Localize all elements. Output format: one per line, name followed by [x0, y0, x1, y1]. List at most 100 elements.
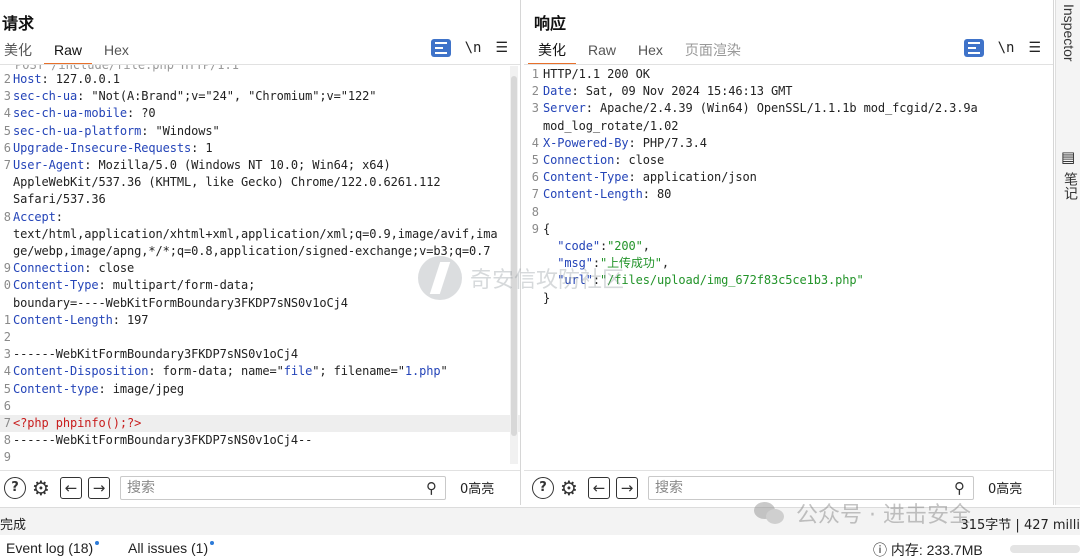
memory-bar — [1010, 545, 1080, 553]
response-tab-pretty[interactable]: 美化 — [528, 40, 576, 65]
code-text: boundary=----WebKitFormBoundary3FKDP7sNS… — [13, 295, 348, 310]
code-text: : — [55, 209, 63, 224]
header-name: Content-Length — [13, 312, 113, 327]
code-text: : Sat, 09 Nov 2024 15:46:13 GMT — [571, 84, 793, 99]
header-name: User-Agent — [13, 158, 85, 173]
request-tab-hex[interactable]: Hex — [104, 40, 129, 62]
line-number: 4 — [3, 364, 11, 379]
search-icon: ⚲ — [426, 478, 437, 497]
code-text: : 197 — [112, 312, 149, 327]
previous-match-icon[interactable]: ← — [60, 476, 82, 499]
line-number: 6 — [531, 170, 539, 185]
menu-icon[interactable]: ☰ — [1028, 40, 1041, 56]
line-content: Connection: close — [13, 260, 134, 277]
request-match-count: 0高亮 — [460, 482, 495, 497]
code-text: "; filename=" — [312, 364, 405, 379]
line-number: 9 — [3, 450, 11, 465]
request-tabs: 美化 Raw Hex — [4, 40, 151, 65]
request-code-line: 7 <?php phpinfo();?> — [0, 415, 520, 433]
line-number — [524, 238, 543, 255]
request-code-line: 0 Content-Type: multipart/form-data; — [0, 277, 520, 294]
response-code-line: 2 Date: Sat, 09 Nov 2024 15:46:13 GMT — [524, 83, 1053, 100]
notes-icon[interactable]: ▤ — [1061, 148, 1075, 166]
line-content: "url":"/files/upload/img_672f83c5ce1b3.p… — [543, 272, 863, 289]
request-code-line: 9 — [0, 449, 520, 466]
response-match-count: 0高亮 — [988, 482, 1023, 497]
header-name: Content-Length — [543, 187, 643, 202]
show-newlines-button[interactable]: \n — [465, 40, 482, 56]
previous-match-icon[interactable]: ← — [588, 476, 610, 499]
request-code-line: 5 sec-ch-ua-platform: "Windows" — [0, 123, 520, 140]
header-name: Content-type — [13, 381, 99, 396]
event-log-indicator — [95, 541, 100, 545]
line-number — [524, 272, 543, 289]
notes-panel-toggle[interactable]: 笔记 — [1061, 172, 1080, 200]
header-name: Connection — [13, 261, 85, 276]
memory-usage: ⓘ 内存: 233.7MB — [873, 540, 983, 557]
line-number: 4 — [531, 135, 539, 150]
settings-gear-icon[interactable]: ⚙ — [30, 476, 52, 500]
request-code-line: ge/webp,image/apng,*/*;q=0.8,application… — [0, 243, 520, 260]
line-content: ------WebKitFormBoundary3FKDP7sNS0v1oCj4… — [13, 432, 312, 449]
response-tabs: 美化 Raw Hex 页面渲染 — [528, 40, 763, 65]
response-search-bar: ? ⚙ ← → 搜索 ⚲ 0高亮 — [524, 470, 1053, 504]
line-number: 1 — [531, 67, 539, 81]
line-content: "code":"200", — [543, 238, 650, 255]
request-code-line: 6 — [0, 398, 520, 415]
code-text: Safari/537.36 — [13, 192, 106, 207]
request-code-line: 3 sec-ch-ua: "Not(A:Brand";v="24", "Chrom… — [0, 88, 520, 105]
request-code-line: boundary=----WebKitFormBoundary3FKDP7sNS… — [0, 295, 520, 312]
request-pane: 请求 美化 Raw Hex \n ☰ POST /include/file.ph… — [0, 0, 521, 505]
help-icon[interactable]: ? — [4, 476, 26, 499]
line-number: 8 — [3, 209, 11, 224]
code-text: : 80 — [642, 187, 672, 202]
response-code-line: } — [524, 290, 1053, 307]
request-scrollbar[interactable] — [510, 66, 518, 464]
header-name: Connection — [543, 153, 615, 168]
request-code-line: 8 Accept: — [0, 209, 520, 226]
line-number — [0, 243, 13, 260]
response-code-line: 4 X-Powered-By: PHP/7.3.4 — [524, 135, 1053, 152]
line-number: 6 — [3, 398, 11, 413]
menu-icon[interactable]: ☰ — [495, 40, 508, 56]
response-code-line: 9{ — [524, 221, 1053, 238]
show-newlines-button[interactable]: \n — [998, 40, 1015, 56]
request-editor[interactable]: POST /include/file.php HTTP/1.1 2 Host: 1… — [0, 64, 520, 466]
line-content: Safari/537.36 — [13, 191, 106, 208]
request-search-bar: ? ⚙ ← → 搜索 ⚲ 0高亮 — [0, 470, 520, 504]
response-tab-hex[interactable]: Hex — [638, 40, 663, 62]
event-log-tab[interactable]: Event log (18) — [6, 540, 100, 556]
header-name: Content-Disposition — [13, 364, 149, 379]
next-match-icon[interactable]: → — [616, 476, 638, 499]
code-text: : multipart/form-data; — [98, 278, 256, 293]
response-search-input[interactable]: 搜索 ⚲ — [648, 475, 974, 500]
response-code-line: mod_log_rotate/1.02 — [524, 118, 1053, 135]
request-tab-raw[interactable]: Raw — [43, 40, 93, 65]
line-content: { — [543, 221, 550, 238]
header-name: sec-ch-ua-platform — [13, 123, 142, 138]
line-content: AppleWebKit/537.36 (KHTML, like Gecko) C… — [13, 174, 441, 191]
response-tab-render[interactable]: 页面渲染 — [685, 40, 741, 62]
code-text: : image/jpeg — [98, 381, 185, 396]
line-number: 9 — [3, 261, 11, 276]
request-tab-pretty[interactable]: 美化 — [4, 40, 32, 62]
help-icon[interactable]: ? — [532, 476, 554, 499]
code-text: : 1 — [191, 140, 213, 155]
response-editor[interactable]: 1 HTTP/1.1 200 OK 2 Date: Sat, 09 Nov 2024 … — [524, 64, 1053, 466]
line-content: Content-type: image/jpeg — [13, 381, 184, 398]
line-content: Date: Sat, 09 Nov 2024 15:46:13 GMT — [543, 83, 792, 100]
wrap-lines-icon[interactable] — [430, 39, 451, 57]
request-search-input[interactable]: 搜索 ⚲ — [120, 475, 446, 500]
settings-gear-icon[interactable]: ⚙ — [558, 476, 580, 500]
inspector-panel-toggle[interactable]: Inspector — [1061, 4, 1077, 62]
code-text: { — [543, 221, 551, 236]
clipped-request-line: POST /include/file.php HTTP/1.1 — [15, 64, 239, 72]
response-tab-raw[interactable]: Raw — [588, 40, 616, 62]
wrap-lines-icon[interactable] — [963, 39, 984, 57]
all-issues-tab[interactable]: All issues (1) — [128, 540, 215, 556]
status-text: 完成 — [0, 518, 27, 533]
code-text: : 127.0.0.1 — [41, 72, 120, 86]
json-key: "msg" — [557, 256, 593, 271]
next-match-icon[interactable]: → — [88, 476, 110, 499]
code-text: mod_log_rotate/1.02 — [543, 118, 679, 133]
